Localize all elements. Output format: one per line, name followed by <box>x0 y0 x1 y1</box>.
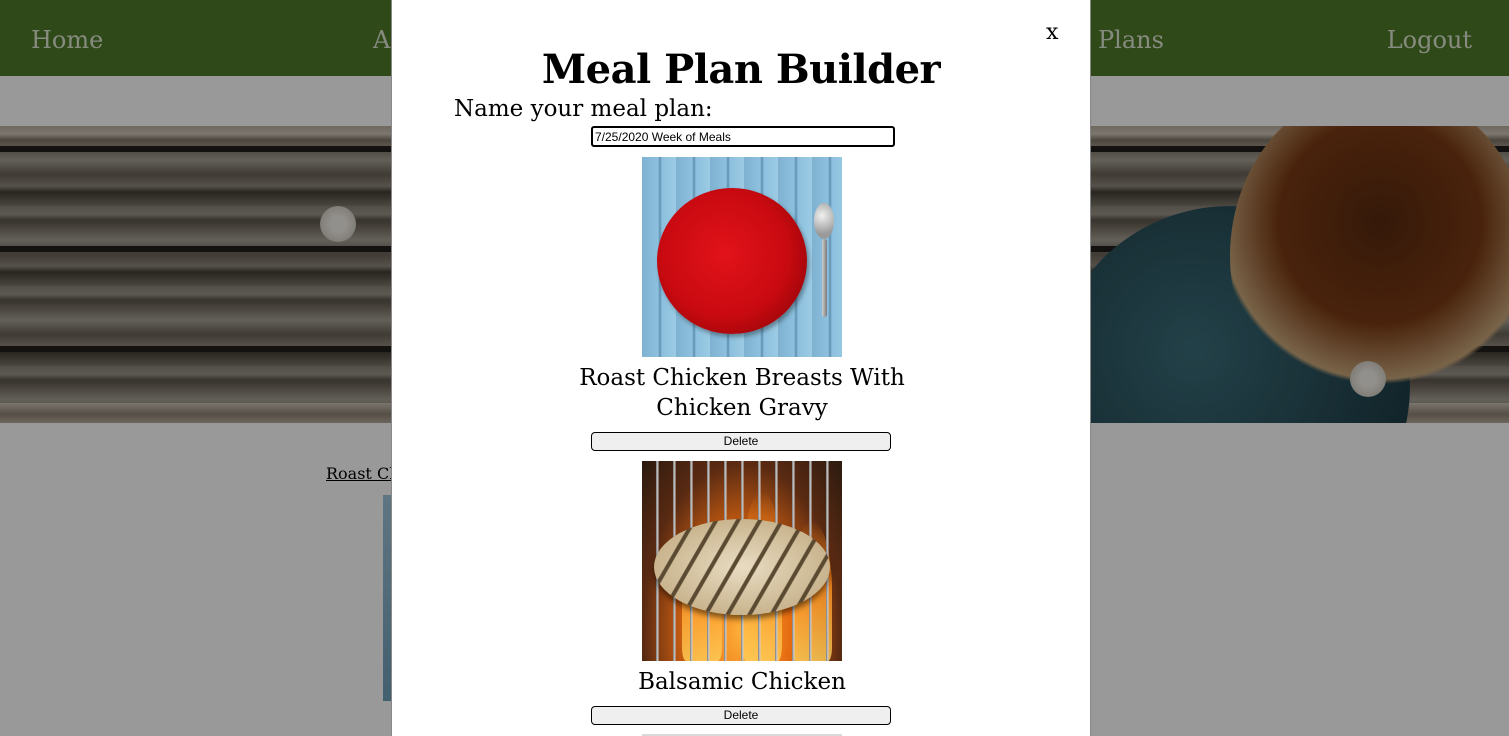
meal-plan-name-input[interactable] <box>591 126 895 147</box>
spoon-shape <box>814 203 834 239</box>
delete-meal-button[interactable]: Delete <box>591 706 891 725</box>
meal-title: Roast Chicken Breasts With Chicken Gravy <box>579 365 905 421</box>
meal-plan-builder-modal: x Meal Plan Builder Name your meal plan:… <box>391 0 1091 736</box>
grilled-chicken-image <box>642 461 842 661</box>
chicken-shape <box>654 519 830 615</box>
modal-title: Meal Plan Builder <box>541 46 941 93</box>
spoon-handle-shape <box>822 239 827 317</box>
red-plate-image <box>642 157 842 357</box>
delete-meal-button[interactable]: Delete <box>591 432 891 451</box>
meal-title: Balsamic Chicken <box>638 669 846 695</box>
meal-plan-name-label: Name your meal plan: <box>454 96 713 122</box>
close-button[interactable]: x <box>1046 20 1058 45</box>
plate-shape <box>657 188 807 334</box>
